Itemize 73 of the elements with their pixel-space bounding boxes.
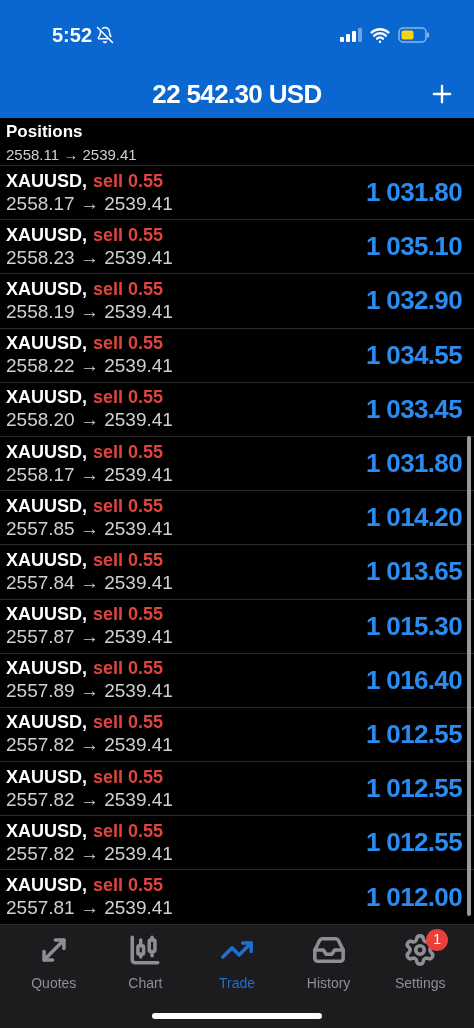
notification-badge: 1: [426, 928, 449, 951]
position-row[interactable]: XAUUSD, sell 0.55 2558.17 → 2539.41 1 031.80: [0, 166, 474, 221]
position-order: sell 0.55: [93, 819, 164, 842]
signal-icon: [340, 28, 362, 42]
position-prices: 2557.84 → 2539.41: [6, 570, 173, 595]
position-symbol: XAUUSD,: [6, 819, 87, 842]
position-order: sell 0.55: [93, 603, 164, 626]
position-prices: 2557.82 → 2539.41: [6, 841, 173, 866]
position-prices: 2557.82 → 2539.41: [6, 787, 173, 812]
position-prices: 2558.19 → 2539.41: [6, 299, 173, 324]
battery-icon: [398, 27, 430, 43]
status-time: 5:52: [52, 23, 93, 48]
tab-bar-item[interactable]: Quotes: [13, 932, 94, 994]
position-symbol: XAUUSD,: [6, 223, 87, 246]
position-symbol: XAUUSD,: [6, 548, 87, 571]
position-symbol: XAUUSD,: [6, 874, 87, 897]
position-symbol: XAUUSD,: [6, 440, 87, 463]
position-row[interactable]: XAUUSD, sell 0.55 2558.20 → 2539.41 1 033.45: [0, 382, 474, 437]
position-profit: 1 034.55: [366, 338, 462, 372]
position-prices: 2557.89 → 2539.41: [6, 679, 173, 704]
bell-off-icon: [96, 26, 115, 44]
position-order: sell 0.55: [93, 765, 164, 788]
position-prices: 2558.11 → 2539.41: [6, 146, 137, 164]
position-symbol: XAUUSD,: [6, 657, 87, 680]
position-symbol: XAUUSD,: [6, 169, 87, 192]
position-profit: 1 012.00: [366, 880, 462, 914]
position-profit: 1 032.90: [366, 284, 462, 318]
position-order: sell 0.55: [93, 169, 164, 192]
position-symbol: XAUUSD,: [6, 765, 87, 788]
position-profit: 1 031.80: [366, 176, 462, 210]
position-profit: 1 012.55: [366, 772, 462, 806]
position-prices: 2558.23 → 2539.41: [6, 245, 173, 270]
section-title: Positions: [6, 120, 83, 143]
position-prices: 2557.87 → 2539.41: [6, 625, 173, 650]
position-order: sell 0.55: [93, 548, 164, 571]
position-order: sell 0.55: [93, 657, 164, 680]
position-symbol: XAUUSD,: [6, 603, 87, 626]
position-order: sell 0.55: [93, 494, 164, 517]
position-row[interactable]: XAUUSD, sell 0.55 2558.23 → 2539.41 1 035.10: [0, 220, 474, 275]
position-row[interactable]: XAUUSD, sell 0.55 2558.19 → 2539.41 1 032.90: [0, 274, 474, 329]
position-prices: 2557.81 → 2539.41: [6, 896, 173, 921]
position-order: sell 0.55: [93, 223, 164, 246]
position-profit: 1 016.40: [366, 663, 462, 697]
position-order: sell 0.55: [93, 711, 164, 734]
position-order: sell 0.55: [93, 332, 164, 355]
position-symbol: XAUUSD,: [6, 386, 87, 409]
account-balance: 22 542.30 USD: [152, 77, 322, 111]
position-order: sell 0.55: [93, 874, 164, 897]
position-order: sell 0.55: [93, 386, 164, 409]
position-prices: 2557.85 → 2539.41: [6, 516, 173, 541]
position-profit: 1 012.55: [366, 717, 462, 751]
tab-bar-item[interactable]: History: [288, 932, 369, 994]
position-symbol: XAUUSD,: [6, 711, 87, 734]
position-order: sell 0.55: [93, 440, 164, 463]
position-prices: 2557.82 → 2539.41: [6, 733, 173, 758]
position-order: sell 0.55: [93, 277, 164, 300]
position-profit: 1 013.65: [366, 555, 462, 589]
position-prices: 2558.17 → 2539.41: [6, 462, 173, 487]
position-symbol: XAUUSD,: [6, 332, 87, 355]
position-profit: 1 031.80: [366, 447, 462, 481]
wifi-icon: [370, 25, 390, 45]
position-row[interactable]: XAUUSD, sell 0.55 2558.22 → 2539.41 1 034.55: [0, 328, 474, 383]
position-profit: 1 015.30: [366, 609, 462, 643]
position-profit: 1 033.45: [366, 392, 462, 426]
position-prices: 2558.22 → 2539.41: [6, 354, 173, 379]
position-profit: 1 014.20: [366, 501, 462, 535]
position-symbol: XAUUSD,: [6, 277, 87, 300]
position-profit: 1 012.55: [366, 826, 462, 860]
tab-bar-item[interactable]: Chart: [105, 932, 186, 994]
position-prices: 2558.20 → 2539.41: [6, 408, 173, 433]
position-profit: 1 035.10: [366, 230, 462, 264]
position-symbol: XAUUSD,: [6, 494, 87, 517]
position-prices: 2558.17 → 2539.41: [6, 191, 173, 216]
